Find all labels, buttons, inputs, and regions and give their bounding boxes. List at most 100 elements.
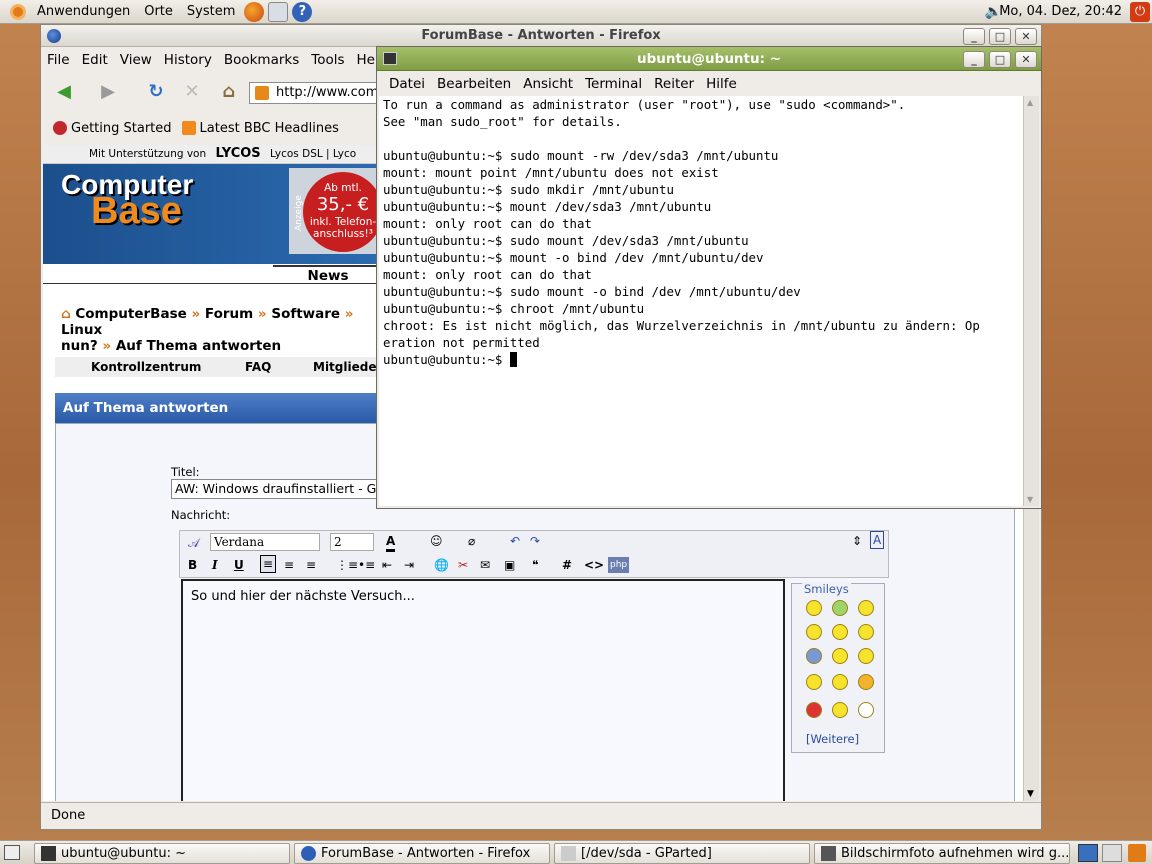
terminal-minimize-button[interactable]: _ [963, 51, 985, 68]
menu-view[interactable]: View [114, 52, 158, 68]
smiley-shocked-icon[interactable] [858, 702, 874, 718]
breadcrumb-linux[interactable]: Linux [61, 322, 102, 338]
menu-tools[interactable]: Tools [305, 52, 350, 68]
taskbar-firefox[interactable]: ForumBase - Antworten - Firefox [294, 843, 550, 864]
stop-icon[interactable]: ✕ [179, 79, 205, 105]
home-icon[interactable]: ⌂ [216, 79, 242, 105]
breadcrumb-thread[interactable]: nun? [61, 338, 98, 354]
workspace-1[interactable] [1078, 844, 1098, 862]
terminal-output[interactable]: To run a command as administrator (user … [379, 96, 1023, 506]
bold-icon[interactable]: B [188, 557, 197, 573]
unordered-list-icon[interactable]: •≡ [358, 557, 375, 573]
bookmark-getting-started[interactable]: Getting Started [53, 121, 172, 136]
smiley-eek-icon[interactable] [832, 648, 848, 664]
smiley-glasses-icon[interactable] [832, 674, 848, 690]
smiley-tongue-icon[interactable] [806, 624, 822, 640]
align-right-icon[interactable]: ≡ [306, 557, 316, 573]
title-input[interactable]: AW: Windows draufinstalliert - Gr [171, 479, 391, 499]
undo-icon[interactable]: ↶ [510, 533, 520, 549]
terminal-scrollbar[interactable]: ▲ ▼ [1023, 96, 1039, 506]
menu-datei[interactable]: Datei [383, 76, 431, 92]
firefox-titlebar[interactable]: ForumBase - Antworten - Firefox _ □ ✕ [41, 25, 1041, 47]
maximize-button[interactable]: □ [989, 28, 1011, 45]
smiley-happy-icon[interactable] [806, 674, 822, 690]
indent-icon[interactable]: ⇥ [404, 557, 414, 573]
menu-system[interactable]: System [180, 0, 242, 24]
help-icon[interactable]: ? [292, 1, 313, 22]
power-icon[interactable]: ⏻ [1130, 2, 1150, 22]
back-button[interactable]: ◀ [51, 79, 77, 105]
scroll-up-icon[interactable]: ▲ [1027, 98, 1033, 107]
breadcrumb-computerbase[interactable]: ComputerBase [75, 306, 186, 322]
menu-history[interactable]: History [158, 52, 218, 68]
insert-link-icon[interactable]: 🌐 [434, 557, 449, 573]
firefox-launcher-icon[interactable] [244, 1, 265, 22]
align-left-icon[interactable]: ≡ [260, 555, 277, 573]
ordered-list-icon[interactable]: ⋮≡ [336, 557, 358, 573]
tab-news[interactable]: News [273, 265, 383, 284]
menu-bearbeiten[interactable]: Bearbeiten [431, 76, 517, 92]
menu-hilfe[interactable]: Hilfe [700, 76, 743, 92]
html-code-icon[interactable]: <> [584, 557, 604, 573]
italic-icon[interactable]: I [212, 557, 218, 573]
menu-places[interactable]: Orte [137, 0, 180, 24]
home-icon[interactable]: ⌂ [61, 306, 71, 322]
url-input[interactable]: http://www.comp [249, 82, 389, 104]
smiley-sick-icon[interactable] [806, 648, 822, 664]
smiley-cool-icon[interactable] [858, 624, 874, 640]
smiley-smile-icon[interactable] [806, 600, 822, 616]
insert-image-icon[interactable]: ▣ [504, 557, 515, 573]
resize-icon[interactable]: ⇕ [852, 533, 862, 549]
smiley-frown-icon[interactable] [858, 648, 874, 664]
align-center-icon[interactable]: ≡ [284, 557, 294, 573]
underline-icon[interactable]: U [234, 557, 244, 573]
show-desktop-icon[interactable] [4, 845, 20, 860]
smiley-menu-icon[interactable]: ☺ [430, 533, 443, 549]
minimize-button[interactable]: _ [963, 28, 985, 45]
tab-kontrollzentrum[interactable]: Kontrollzentrum [91, 357, 201, 377]
smiley-wink-icon[interactable] [858, 600, 874, 616]
terminal-maximize-button[interactable]: □ [989, 51, 1011, 68]
size-select[interactable]: 2 [330, 533, 374, 551]
mail-launcher-icon[interactable] [268, 1, 289, 22]
terminal-close-button[interactable]: ✕ [1015, 51, 1037, 68]
taskbar-terminal[interactable]: ubuntu@ubuntu: ~ [34, 843, 290, 864]
redo-icon[interactable]: ↷ [530, 533, 540, 549]
attachment-icon[interactable]: ⌀ [468, 533, 475, 549]
reload-icon[interactable]: ↻ [143, 79, 169, 105]
menu-terminal[interactable]: Terminal [579, 76, 648, 92]
forward-button[interactable]: ▶ [95, 79, 121, 105]
smiley-mad-icon[interactable] [806, 702, 822, 718]
menu-reiter[interactable]: Reiter [648, 76, 700, 92]
menu-ansicht[interactable]: Ansicht [517, 76, 579, 92]
menu-edit[interactable]: Edit [76, 52, 114, 68]
menu-file[interactable]: File [41, 52, 76, 68]
tab-mitglieder[interactable]: Mitglieder [313, 357, 382, 377]
advertisement[interactable]: Anzeige Ab mtl. 35,- € inkl. Telefon- an… [289, 168, 383, 254]
workspace-2[interactable] [1102, 844, 1122, 862]
breadcrumb-forum[interactable]: Forum [205, 306, 253, 322]
smiley-grin-icon[interactable] [832, 600, 848, 616]
smiley-confused-icon[interactable] [832, 624, 848, 640]
message-editor[interactable]: So und hier der nächste Versuch... [181, 579, 785, 801]
scroll-down-icon[interactable]: ▼ [1027, 495, 1033, 504]
lycos-logo[interactable]: LYCOS [215, 146, 260, 161]
switch-editor-mode-icon[interactable]: A [870, 531, 885, 549]
font-color-icon[interactable]: A [386, 533, 396, 552]
breadcrumb-software[interactable]: Software [271, 306, 340, 322]
font-select[interactable]: Verdana [210, 533, 320, 551]
close-button[interactable]: ✕ [1015, 28, 1037, 45]
ubuntu-logo-icon[interactable] [10, 3, 26, 20]
remove-format-icon[interactable]: 𝒜 [188, 535, 199, 551]
lycos-links[interactable]: Lycos DSL | Lyco [270, 148, 356, 160]
tab-faq[interactable]: FAQ [245, 357, 271, 377]
scroll-down-icon[interactable]: ▼ [1027, 789, 1034, 799]
menu-bookmarks[interactable]: Bookmarks [218, 52, 305, 68]
code-hash-icon[interactable]: # [562, 557, 572, 573]
trash-icon[interactable] [1128, 844, 1146, 862]
more-smileys-link[interactable]: [Weitere] [806, 732, 859, 746]
remove-link-icon[interactable]: ✂ [458, 557, 468, 573]
computerbase-logo[interactable]: Computer Base [61, 171, 193, 231]
taskbar-gparted[interactable]: [/dev/sda - GParted] [554, 843, 810, 864]
clock[interactable]: Mo, 04. Dez, 20:42 [999, 0, 1122, 24]
